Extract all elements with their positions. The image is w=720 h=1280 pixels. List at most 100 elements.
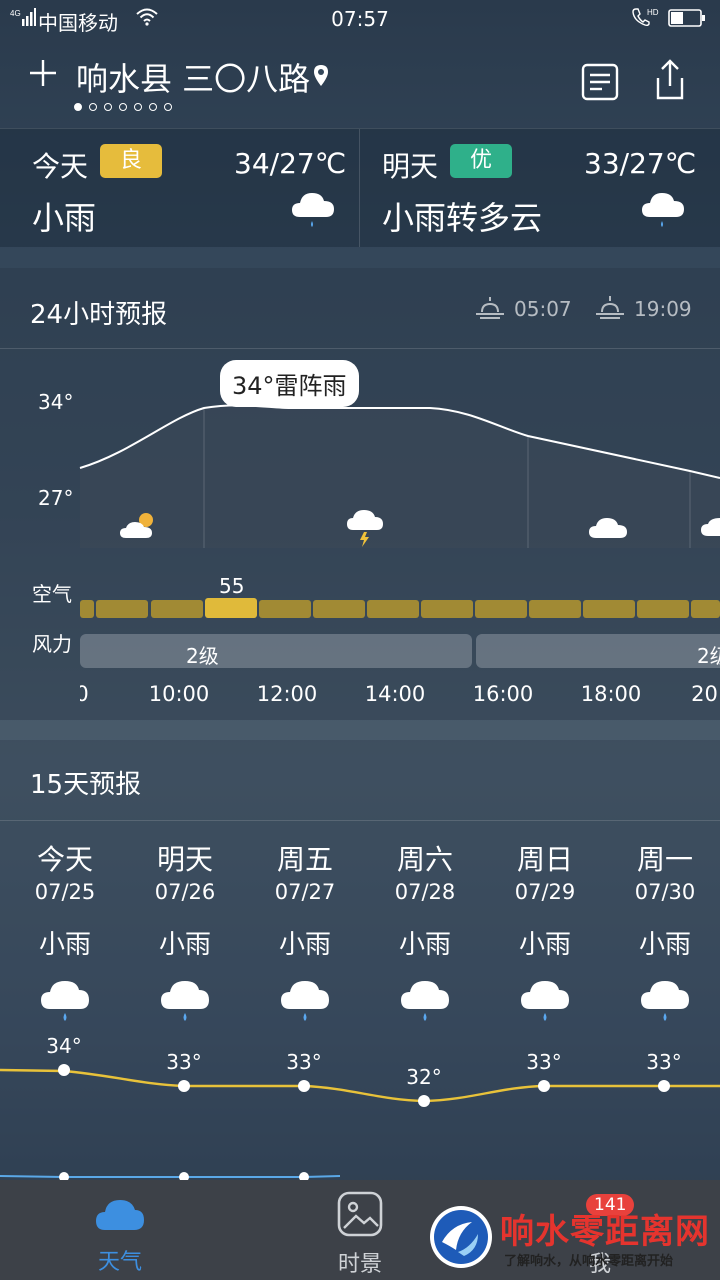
add-city-icon[interactable] (28, 58, 58, 88)
day-column[interactable]: 周六 07/28 小雨 (365, 838, 485, 1027)
status-time: 07:57 (331, 7, 389, 31)
partly-cloudy-sun-icon (120, 513, 153, 538)
tomorrow-condition: 小雨转多云 (382, 199, 543, 237)
thunderstorm-icon (347, 510, 383, 547)
day-name: 周一 (636, 843, 693, 876)
day-high-temp: 33° (526, 1050, 562, 1074)
rain-cloud-icon (642, 193, 684, 227)
aq-bar (96, 600, 148, 618)
wind-row-label: 风力 (32, 632, 72, 656)
temp-tooltip: 34°雷阵雨 (220, 360, 359, 407)
day-column[interactable]: 明天 07/26 小雨 (125, 838, 245, 1027)
site-watermark: 响水零距离网 了解响水，从响水零距离开始 (428, 1200, 718, 1276)
aq-bar (583, 600, 635, 618)
day-summary-cards: 今天 良 34/27℃ 小雨 明天 优 33/27℃ 小雨转多云 (0, 128, 720, 247)
daily-divider (0, 820, 720, 821)
page-dot (149, 103, 157, 111)
hd-label: HD (647, 8, 659, 17)
day-name: 周日 (516, 843, 573, 876)
rain-cloud-icon (401, 981, 449, 1021)
day-date: 07/28 (394, 880, 456, 904)
watermark-title: 响水零距离网 (500, 1212, 710, 1252)
city-header: 响水县 三〇八路 (0, 40, 720, 128)
air-row-label: 空气 (32, 582, 72, 606)
tomorrow-aqi-badge: 优 (450, 144, 513, 178)
page-dot (104, 103, 112, 111)
day-condition: 小雨 (518, 930, 571, 960)
day-high-temp: 33° (286, 1050, 322, 1074)
news-list-icon[interactable] (580, 62, 620, 102)
day-high-point (538, 1080, 550, 1092)
day-date: 07/29 (514, 880, 576, 904)
tomorrow-card[interactable]: 明天 优 33/27℃ 小雨转多云 (360, 129, 719, 247)
aq-bar (80, 600, 94, 618)
hour-label: 12:00 (256, 682, 318, 706)
day-condition: 小雨 (158, 930, 211, 960)
rain-cloud-icon (641, 981, 689, 1021)
aq-bar (637, 600, 689, 618)
day-name: 今天 (36, 843, 93, 876)
hourly-title: 24小时预报 (30, 300, 168, 330)
day-column[interactable]: 周一 07/30 小雨 (605, 838, 720, 1027)
aq-bar (691, 600, 720, 618)
site-logo-icon (430, 1206, 492, 1268)
hourly-divider (0, 348, 720, 349)
scale-low: 27° (38, 486, 74, 510)
page-dot (74, 103, 82, 111)
aq-bar (313, 600, 365, 618)
day-column[interactable]: 今天 07/25 小雨 (5, 838, 125, 1027)
day-condition: 小雨 (38, 930, 91, 960)
day-high-point (58, 1064, 70, 1076)
day-high-point (658, 1080, 670, 1092)
aq-bar (259, 600, 311, 618)
hour-label: 18:00 (580, 682, 642, 706)
day-column[interactable]: 周日 07/29 小雨 (485, 838, 605, 1027)
day-high-temp: 33° (646, 1050, 682, 1074)
today-condition: 小雨 (32, 199, 97, 237)
weather-cloud-icon (96, 1200, 144, 1230)
sunset-icon (596, 296, 624, 319)
wind-bar-1 (80, 634, 472, 668)
page-dot (134, 103, 142, 111)
page-dot (164, 103, 172, 111)
page-dot (119, 103, 127, 111)
hour-label: 10:00 (148, 682, 210, 706)
watermark-subtitle: 了解响水，从响水零距离开始 (504, 1254, 674, 1269)
aq-bar (421, 600, 473, 618)
day-date: 07/25 (34, 880, 96, 904)
day-name: 周五 (276, 843, 333, 876)
daily-title: 15天预报 (30, 770, 142, 800)
day-date: 07/30 (634, 880, 696, 904)
tomorrow-temp-range: 33/27℃ (584, 147, 697, 180)
aq-bar (475, 600, 527, 618)
day-column[interactable]: 周五 07/27 小雨 (245, 838, 365, 1027)
cloudy-icon (589, 518, 627, 538)
scene-image-icon (337, 1191, 383, 1237)
hour-label: 16:00 (472, 682, 534, 706)
sunrise-icon (476, 297, 504, 319)
location-pin-icon (314, 65, 328, 86)
day-high-point (298, 1080, 310, 1092)
sunrise-time: 05:07 (514, 297, 572, 321)
hourly-forecast-section: 24小时预报 05:07 19:09 34° 27° 34°雷阵雨 空气 55 … (0, 268, 720, 720)
sunset-time: 19:09 (634, 297, 692, 321)
today-label: 今天 (32, 150, 89, 183)
nav-weather[interactable]: 天气 (0, 1180, 240, 1280)
aq-bar (151, 600, 203, 618)
aq-bar (529, 600, 581, 618)
rain-cloud-icon (521, 981, 569, 1021)
nav-weather-label: 天气 (97, 1250, 142, 1275)
rain-cloud-icon (161, 981, 209, 1021)
day-high-point (178, 1080, 190, 1092)
hour-label: 14:00 (364, 682, 426, 706)
page-dot (89, 103, 97, 111)
share-icon[interactable] (650, 58, 690, 102)
city-name[interactable]: 响水县 三〇八路 (76, 54, 310, 100)
day-high-point (418, 1095, 430, 1107)
cloudy-icon-partial (701, 518, 720, 536)
tomorrow-label: 明天 (382, 150, 439, 183)
today-card[interactable]: 今天 良 34/27℃ 小雨 (0, 129, 360, 247)
day-date: 07/26 (154, 880, 216, 904)
day-date: 07/27 (274, 880, 336, 904)
day-high-temp: 34° (46, 1034, 82, 1058)
